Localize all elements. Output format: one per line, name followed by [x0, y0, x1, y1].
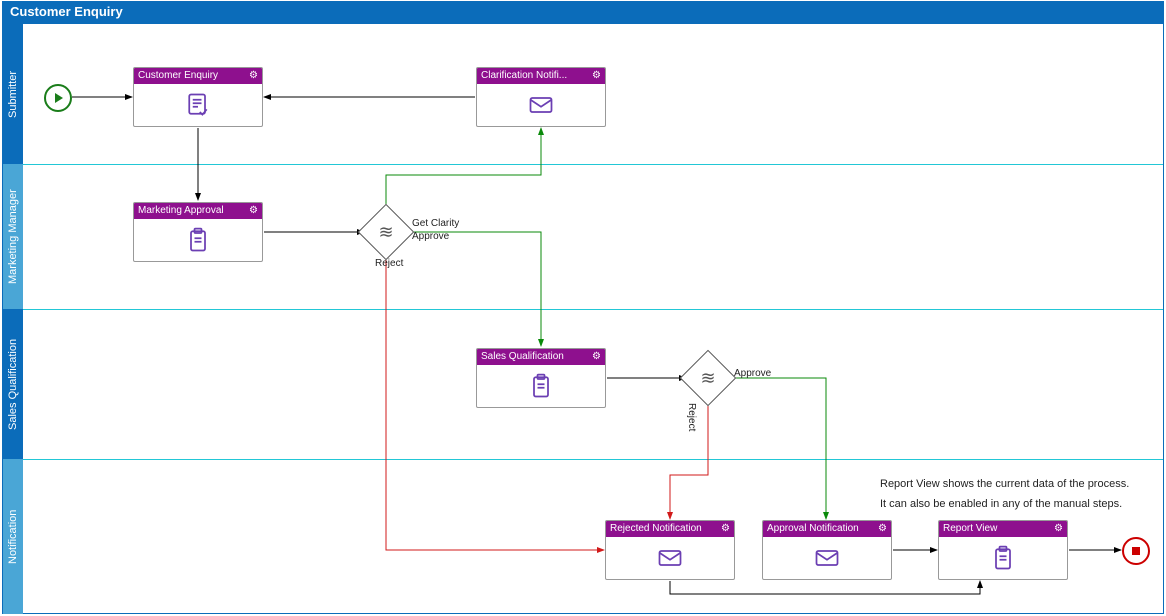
task-label: Marketing Approval [138, 203, 224, 219]
gear-icon[interactable]: ⚙ [592, 68, 601, 84]
lane-submitter: Submitter [3, 24, 23, 164]
gear-icon[interactable]: ⚙ [249, 203, 258, 219]
annotation-line-1: Report View shows the current data of th… [880, 478, 1129, 490]
lane-marketing: Marketing Manager [3, 164, 23, 309]
lane-divider [23, 459, 1163, 460]
task-marketing-approval[interactable]: Marketing Approval ⚙ [133, 202, 263, 262]
flow-label-reject: Reject [375, 258, 403, 269]
wave-icon: ≋ [366, 212, 406, 252]
start-event[interactable] [44, 84, 72, 112]
mail-icon [477, 84, 605, 126]
flow-label-get-clarity: Get Clarity [412, 218, 459, 229]
task-label: Clarification Notifi... [481, 68, 567, 84]
task-sales-qualification[interactable]: Sales Qualification ⚙ [476, 348, 606, 408]
clipboard-icon [939, 537, 1067, 579]
task-customer-enquiry[interactable]: Customer Enquiry ⚙ [133, 67, 263, 127]
form-icon [134, 84, 262, 126]
lane-sales: Sales Qualification [3, 309, 23, 459]
pool-title: Customer Enquiry [2, 1, 1164, 23]
mail-icon [606, 537, 734, 579]
gear-icon[interactable]: ⚙ [721, 521, 730, 537]
mail-icon [763, 537, 891, 579]
task-report-view[interactable]: Report View ⚙ [938, 520, 1068, 580]
task-approval-notification[interactable]: Approval Notification ⚙ [762, 520, 892, 580]
task-rejected-notification[interactable]: Rejected Notification ⚙ [605, 520, 735, 580]
lane-divider [23, 309, 1163, 310]
end-event[interactable] [1122, 537, 1150, 565]
wave-icon: ≋ [688, 358, 728, 398]
task-label: Report View [943, 521, 997, 537]
lane-notification: Notification [3, 459, 23, 614]
play-icon [55, 93, 63, 103]
flow-label-reject-2: Reject [686, 403, 697, 431]
flow-label-approve-2: Approve [734, 368, 771, 379]
gateway-sales-decision[interactable]: ≋ [688, 358, 728, 398]
flow-label-approve: Approve [412, 231, 449, 242]
clipboard-icon [134, 219, 262, 261]
clipboard-icon [477, 365, 605, 407]
task-clarification-notification[interactable]: Clarification Notifi... ⚙ [476, 67, 606, 127]
annotation-line-2: It can also be enabled in any of the man… [880, 498, 1122, 510]
task-label: Approval Notification [767, 521, 859, 537]
stop-icon [1132, 547, 1140, 555]
task-label: Rejected Notification [610, 521, 702, 537]
gear-icon[interactable]: ⚙ [592, 349, 601, 365]
gateway-marketing-decision[interactable]: ≋ [366, 212, 406, 252]
task-label: Sales Qualification [481, 349, 564, 365]
lane-divider [23, 164, 1163, 165]
task-label: Customer Enquiry [138, 68, 218, 84]
gear-icon[interactable]: ⚙ [249, 68, 258, 84]
gear-icon[interactable]: ⚙ [1054, 521, 1063, 537]
gear-icon[interactable]: ⚙ [878, 521, 887, 537]
